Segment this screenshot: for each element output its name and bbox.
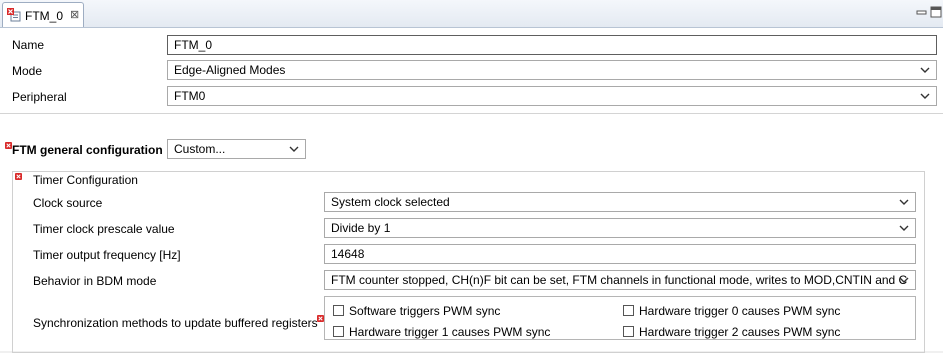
timer-group-title: Timer Configuration [31, 173, 140, 187]
frequency-value: 14648 [331, 247, 365, 261]
close-icon[interactable]: ⊠ [70, 8, 79, 21]
peripheral-select[interactable]: FTM0 [167, 86, 937, 106]
peripheral-label: Peripheral [12, 90, 67, 104]
error-icon [317, 315, 324, 322]
prescale-select[interactable]: Divide by 1 [324, 218, 916, 238]
editor-tab-bar: FTM_0 ⊠ [0, 0, 943, 28]
peripheral-value: FTM0 [174, 89, 206, 103]
software-trigger-label: Software triggers PWM sync [349, 304, 501, 318]
general-config-select[interactable]: Custom... [167, 139, 306, 159]
hardware-trigger-1-label: Hardware trigger 1 causes PWM sync [349, 325, 551, 339]
clock-source-value: System clock selected [331, 195, 450, 209]
mode-select[interactable]: Edge-Aligned Modes [167, 60, 937, 80]
chevron-down-icon[interactable] [897, 271, 911, 289]
chevron-down-icon[interactable] [918, 61, 932, 79]
tab-ftm-0[interactable]: FTM_0 ⊠ [2, 2, 84, 27]
chevron-down-icon[interactable] [918, 87, 932, 105]
hardware-trigger-2-checkbox[interactable] [623, 326, 634, 337]
hardware-trigger-2-label: Hardware trigger 2 causes PWM sync [639, 325, 841, 339]
bdm-label: Behavior in BDM mode [33, 274, 157, 288]
general-config-label: FTM general configuration [12, 143, 163, 157]
error-icon [15, 173, 22, 180]
sync-label: Synchronization methods to update buffer… [33, 316, 318, 330]
minimize-icon[interactable] [915, 5, 929, 19]
name-value: FTM_0 [174, 38, 213, 52]
general-config-value: Custom... [174, 142, 226, 156]
bdm-value: FTM counter stopped, CH(n)F bit can be s… [331, 273, 908, 287]
software-trigger-checkbox[interactable] [333, 305, 344, 316]
chevron-down-icon[interactable] [897, 219, 911, 237]
hardware-trigger-0-checkbox[interactable] [623, 305, 634, 316]
tab-title: FTM_0 [25, 9, 64, 23]
chevron-down-icon[interactable] [287, 140, 301, 158]
mode-value: Edge-Aligned Modes [174, 63, 286, 77]
name-input[interactable]: FTM_0 [167, 35, 937, 55]
hardware-trigger-1-checkbox[interactable] [333, 326, 344, 337]
error-icon [5, 142, 12, 149]
frequency-label: Timer output frequency [Hz] [33, 248, 181, 262]
component-error-icon [7, 8, 21, 22]
mode-label: Mode [12, 64, 43, 78]
maximize-icon[interactable] [929, 5, 943, 19]
separator [0, 113, 943, 114]
frequency-input[interactable]: 14648 [324, 244, 916, 264]
hardware-trigger-0-label: Hardware trigger 0 causes PWM sync [639, 304, 841, 318]
clock-source-label: Clock source [33, 196, 103, 210]
prescale-label: Timer clock prescale value [33, 222, 175, 236]
name-label: Name [12, 38, 45, 52]
chevron-down-icon[interactable] [897, 193, 911, 211]
prescale-value: Divide by 1 [331, 221, 391, 235]
bdm-select[interactable]: FTM counter stopped, CH(n)F bit can be s… [324, 270, 916, 290]
clock-source-select[interactable]: System clock selected [324, 192, 916, 212]
